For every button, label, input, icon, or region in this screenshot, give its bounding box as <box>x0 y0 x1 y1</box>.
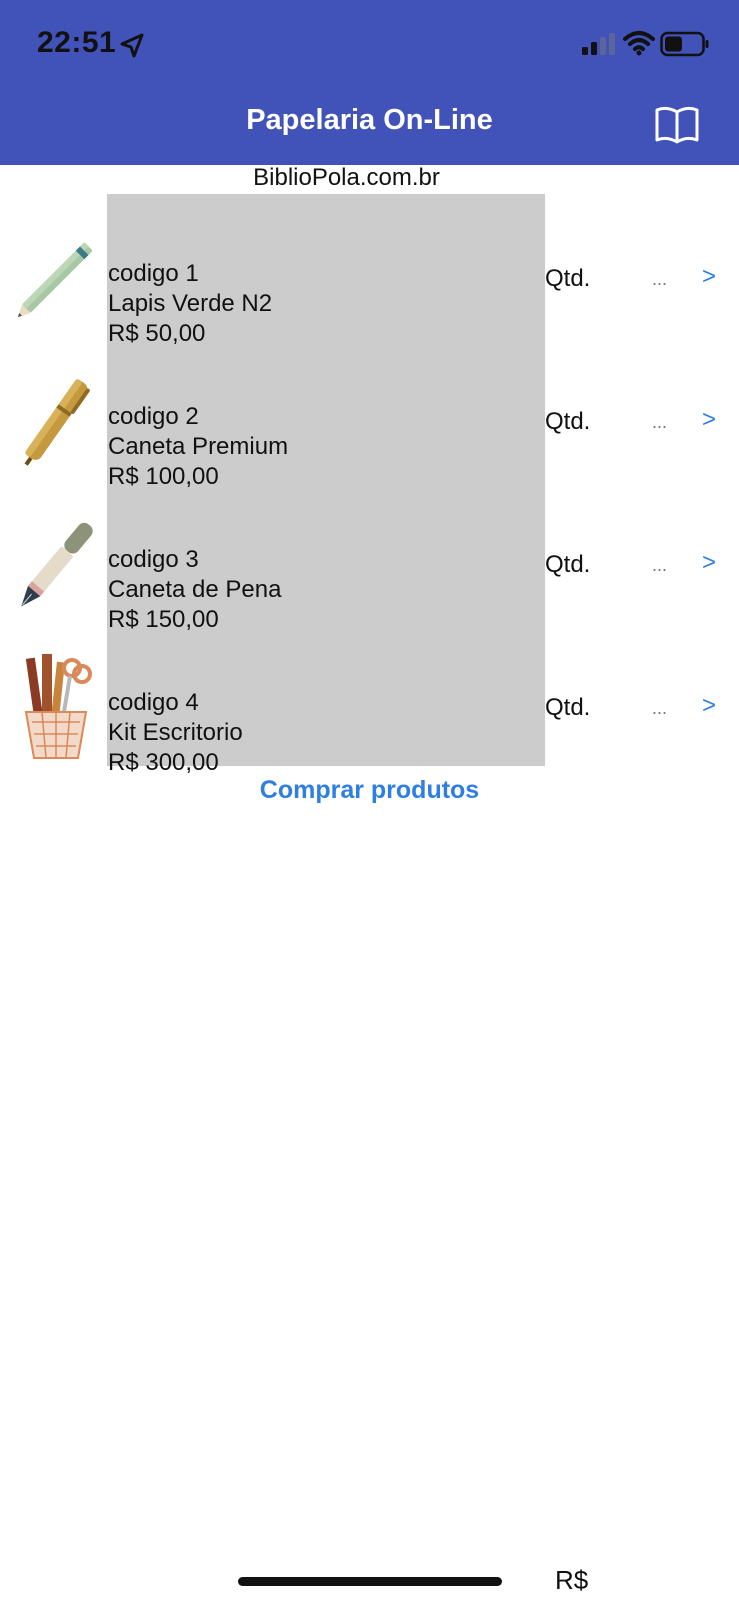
gold-pen-icon <box>24 379 90 466</box>
quantity-input[interactable] <box>632 694 687 722</box>
product-price: R$ 150,00 <box>108 606 219 633</box>
screen: 22:51 Papelaria On-Line BiblioPola.com.b… <box>0 0 739 1600</box>
product-name: Kit Escritorio <box>108 719 243 746</box>
cellular-signal-icon <box>582 33 615 55</box>
product-name: Caneta de Pena <box>108 576 282 603</box>
product-code: codigo 2 <box>108 403 199 430</box>
top-bar: 22:51 Papelaria On-Line <box>0 0 739 165</box>
product-price: R$ 100,00 <box>108 463 219 490</box>
office-kit-icon <box>24 654 92 759</box>
total-currency-label: R$ <box>555 1565 589 1595</box>
product-code: codigo 3 <box>108 546 199 573</box>
product-row: codigo 4 Kit Escritorio R$ 300,00 Qtd. > <box>0 636 739 779</box>
buy-products-button[interactable]: Comprar produtos <box>0 776 739 805</box>
product-row: codigo 3 Caneta de Pena R$ 150,00 Qtd. > <box>0 493 739 636</box>
home-indicator[interactable] <box>238 1577 502 1586</box>
quantity-label: Qtd. <box>545 694 591 721</box>
product-row: codigo 2 Caneta Premium R$ 100,00 Qtd. > <box>0 350 739 493</box>
quantity-label: Qtd. <box>545 265 591 292</box>
product-code: codigo 1 <box>108 260 199 287</box>
product-info: codigo 3 Caneta de Pena R$ 150,00 <box>108 545 281 635</box>
quantity-input[interactable] <box>632 408 687 436</box>
quantity-input[interactable] <box>632 265 687 293</box>
quantity-label: Qtd. <box>545 408 591 435</box>
page-title: Papelaria On-Line <box>246 104 493 136</box>
product-detail-button[interactable]: > <box>702 549 716 577</box>
site-subtitle: BiblioPola.com.br <box>253 164 440 191</box>
status-time: 22:51 <box>37 26 117 59</box>
product-info: codigo 4 Kit Escritorio R$ 300,00 <box>108 688 243 778</box>
product-price: R$ 50,00 <box>108 320 206 347</box>
quantity-input[interactable] <box>632 551 687 579</box>
product-detail-button[interactable]: > <box>702 406 716 434</box>
product-detail-button[interactable]: > <box>702 263 716 291</box>
product-row: codigo 1 Lapis Verde N2 R$ 50,00 Qtd. > <box>0 207 739 350</box>
product-info: codigo 1 Lapis Verde N2 R$ 50,00 <box>108 259 272 349</box>
product-info: codigo 2 Caneta Premium R$ 100,00 <box>108 402 288 492</box>
location-arrow-icon <box>120 33 144 58</box>
quantity-label: Qtd. <box>545 551 591 578</box>
product-detail-button[interactable]: > <box>702 692 716 720</box>
green-pencil-icon <box>17 242 92 318</box>
wifi-icon <box>623 31 655 56</box>
book-icon[interactable] <box>654 105 700 145</box>
product-name: Caneta Premium <box>108 433 289 460</box>
product-code: codigo 4 <box>108 689 199 716</box>
product-name: Lapis Verde N2 <box>108 290 273 317</box>
fountain-pen-icon <box>21 522 93 607</box>
battery-icon <box>660 31 709 57</box>
product-price: R$ 300,00 <box>108 749 219 776</box>
